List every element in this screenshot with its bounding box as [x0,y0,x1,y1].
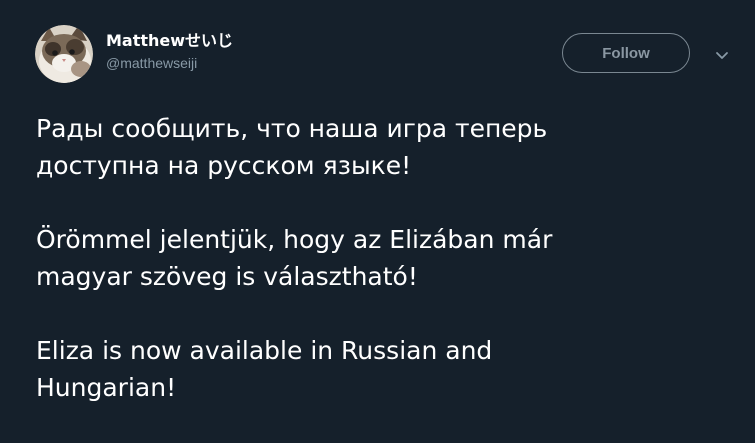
tweet-line: Eliza is now available in Russian and [36,336,493,365]
tweet-line: доступна на русском языке! [36,151,412,180]
tweet-line: Örömmel jelentjük, hogy az Elizában már [36,225,553,254]
tweet-line: Hungarian! [36,373,177,402]
follow-button[interactable]: Follow [562,33,690,73]
follow-label: Follow [602,44,650,62]
cat-avatar-icon [35,25,93,83]
tweet-text: Рады сообщить, что наша игра теперь дост… [36,110,736,443]
tweet-paragraph-hungarian: Örömmel jelentjük, hogy az Elizában már … [36,221,736,295]
chevron-down-icon [716,52,728,59]
display-name[interactable]: Matthewせいじ [106,31,233,51]
more-options-button[interactable] [712,46,732,66]
tweet-card: Matthewせいじ @matthewseiji Follow Рады соо… [0,0,755,433]
avatar[interactable] [35,25,93,83]
tweet-line: Рады сообщить, что наша игра теперь [36,114,548,143]
tweet-paragraph-russian: Рады сообщить, что наша игра теперь дост… [36,110,736,184]
tweet-paragraph-english: Eliza is now available in Russian and Hu… [36,332,736,406]
user-handle[interactable]: @matthewseiji [106,54,233,72]
tweet-line: magyar szöveg is választható! [36,262,418,291]
user-info: Matthewせいじ @matthewseiji [106,31,233,72]
